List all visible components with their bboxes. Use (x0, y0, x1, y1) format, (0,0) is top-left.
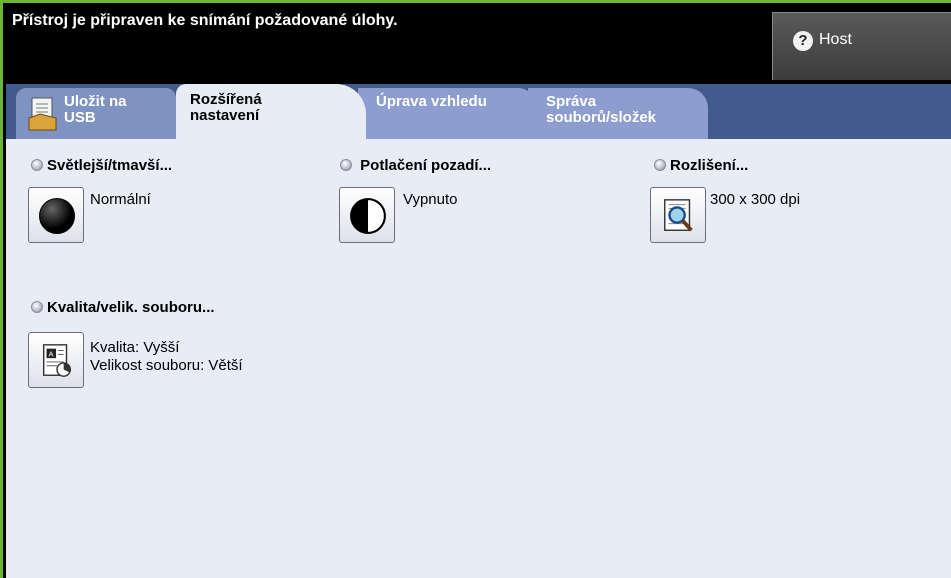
lighter-darker-button[interactable] (28, 187, 84, 243)
radio-indicator-icon (654, 159, 666, 171)
device-screen: Přístroj je připraven ke snímání požadov… (0, 0, 951, 578)
usb-save-icon (28, 97, 57, 131)
lighter-darker-title: Světlejší/tmavší... (31, 157, 172, 174)
resolution-button[interactable] (650, 187, 706, 243)
black-circle-icon (39, 198, 75, 234)
lighter-darker-value: Normální (90, 191, 151, 208)
host-button-label: Host (819, 31, 852, 48)
quality-size-title-text: Kvalita/velik. souboru... (47, 299, 215, 316)
resolution-value: 300 x 300 dpi (710, 191, 801, 208)
lighter-darker-title-text: Světlejší/tmavší... (47, 157, 173, 174)
status-message: Přístroj je připraven ke snímání požadov… (12, 12, 398, 29)
radio-indicator-icon (31, 301, 43, 313)
background-suppression-value: Vypnuto (403, 191, 458, 208)
tab-layout-adjustment-label: Úprava vzhledu (376, 93, 487, 110)
background-suppression-button[interactable] (339, 187, 395, 243)
resolution-title-text: Rozlišení... (670, 157, 749, 174)
half-circle-icon (350, 198, 386, 234)
background-suppression-title-text: Potlačení pozadí... (360, 157, 492, 174)
tab-file-management-label: Správa souborů/složek (546, 93, 657, 126)
radio-indicator-icon (31, 159, 43, 171)
options-panel: Světlejší/tmavší... Normální Potlačení p… (6, 139, 951, 578)
background-suppression-title: Potlačení pozadí... (340, 157, 491, 174)
tab-advanced-settings-label: Rozšířená nastavení (190, 91, 262, 124)
tab-save-to-usb[interactable]: Uložit na USB (16, 88, 176, 139)
tab-strip: Uložit na USB Úprava vzhledu Správa soub… (6, 84, 951, 139)
quality-size-title: Kvalita/velik. souboru... (31, 299, 215, 316)
help-question-icon: ? (793, 31, 813, 51)
status-bar: Přístroj je připraven ke snímání požadov… (6, 6, 951, 84)
tab-layout-adjustment[interactable]: Úprava vzhledu (358, 88, 536, 139)
host-button[interactable]: ? Host (772, 12, 951, 80)
resolution-title: Rozlišení... (654, 157, 748, 174)
tab-advanced-settings[interactable]: Rozšířená nastavení (176, 84, 366, 139)
quality-size-value: Kvalita: Vyšší Velikost souboru: Větší (90, 339, 243, 374)
tab-save-to-usb-label: Uložit na USB (64, 93, 127, 126)
tab-file-management[interactable]: Správa souborů/složek (528, 88, 708, 139)
document-quality-icon: A (42, 344, 72, 377)
magnifier-document-icon (664, 199, 693, 232)
radio-indicator-icon (340, 159, 352, 171)
quality-size-button[interactable]: A (28, 332, 84, 388)
